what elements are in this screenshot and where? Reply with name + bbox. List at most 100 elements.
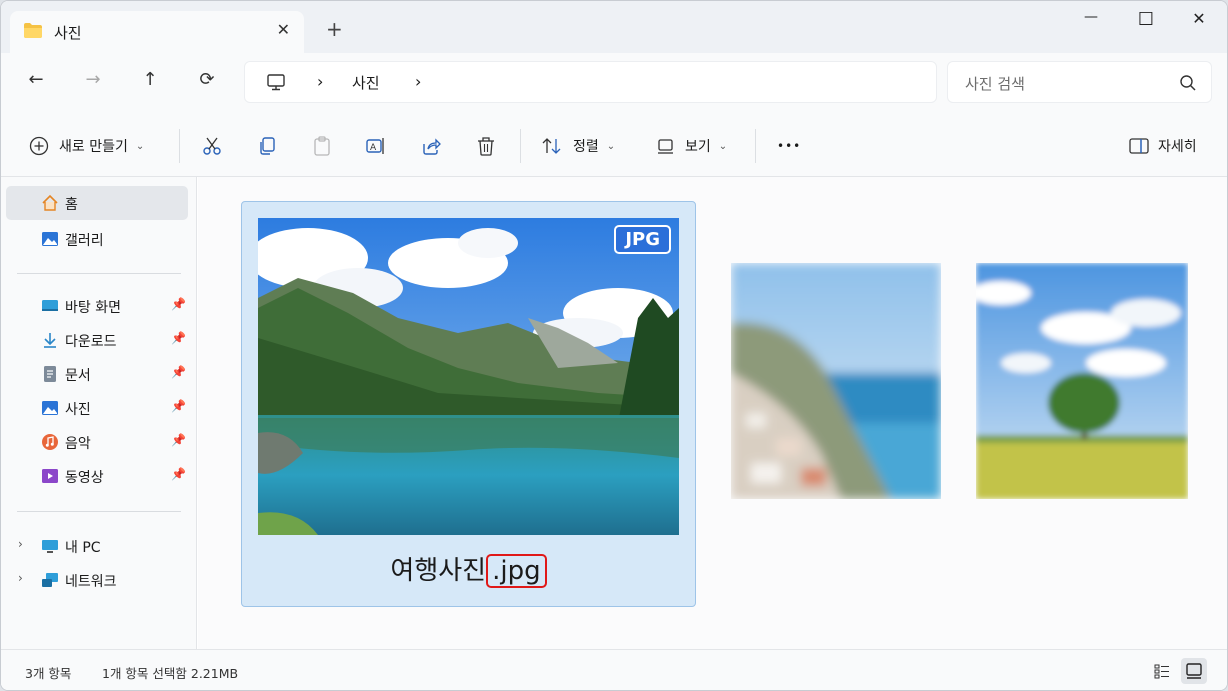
sidebar-label: 바탕 화면: [65, 300, 121, 316]
file-item-tree[interactable]: [976, 263, 1188, 499]
sidebar-label: 동영상: [65, 470, 104, 486]
tree-photo-blurred: [976, 263, 1188, 499]
sidebar-label: 문서: [65, 368, 91, 384]
pin-icon[interactable]: 📌: [171, 433, 186, 447]
divider: [17, 273, 181, 274]
sidebar-item-pictures[interactable]: 사진 📌: [6, 391, 188, 425]
chevron-right-icon[interactable]: ›: [18, 537, 23, 551]
sidebar-label: 내 PC: [65, 540, 101, 556]
sidebar-item-this-pc[interactable]: › 내 PC: [6, 529, 188, 563]
copy-button[interactable]: [256, 133, 278, 159]
divider: [755, 129, 756, 163]
divider: [179, 129, 180, 163]
pin-icon[interactable]: 📌: [171, 467, 186, 481]
breadcrumb-separator[interactable]: ›: [415, 72, 421, 91]
pin-icon[interactable]: 📌: [171, 365, 186, 379]
sort-button[interactable]: 정렬 ⌄: [541, 133, 615, 159]
trash-icon: [478, 137, 494, 156]
minimize-button[interactable]: —: [1077, 9, 1105, 37]
file-explorer-window: 사진 ✕ + — ☐ ✕ ← → ↑ ⟳ › 사진 › 사진 검색 새로 만들기…: [0, 0, 1228, 691]
clipboard-icon: [314, 136, 330, 156]
sidebar-label: 다운로드: [65, 334, 117, 350]
selection-info: 1개 항목 선택함 2.21MB: [102, 666, 239, 681]
pin-icon[interactable]: 📌: [171, 331, 186, 345]
sidebar-item-documents[interactable]: 문서 📌: [6, 357, 188, 391]
music-icon: [42, 434, 58, 450]
breadcrumb-separator[interactable]: ›: [317, 72, 323, 91]
search-box[interactable]: 사진 검색: [947, 61, 1212, 103]
maximize-button[interactable]: ☐: [1132, 9, 1160, 37]
download-icon: [44, 333, 56, 348]
chevron-down-icon: ⌄: [135, 140, 145, 152]
sidebar-item-home[interactable]: 홈: [6, 186, 188, 220]
sort-icon: [542, 138, 561, 154]
pin-icon[interactable]: 📌: [171, 399, 186, 413]
sidebar-label: 네트워크: [65, 574, 117, 590]
folder-icon: [24, 23, 42, 38]
file-name-base: 여행사진: [390, 556, 487, 586]
sidebar-item-gallery[interactable]: 갤러리: [6, 222, 188, 256]
navigation-bar: ← → ↑ ⟳ › 사진 › 사진 검색: [1, 53, 1227, 113]
chevron-right-icon[interactable]: ›: [18, 571, 23, 585]
share-button[interactable]: [420, 133, 442, 159]
view-button[interactable]: 보기 ⌄: [655, 133, 727, 159]
status-bar: 3개 항목 1개 항목 선택함 2.21MB: [1, 649, 1227, 690]
desktop-icon: [42, 300, 58, 311]
address-bar[interactable]: › 사진 ›: [244, 61, 937, 103]
sidebar-item-desktop[interactable]: 바탕 화면 📌: [6, 289, 188, 323]
file-name: 여행사진 .jpg: [242, 550, 695, 588]
file-item-coast[interactable]: [731, 263, 941, 499]
more-options-button[interactable]: •••: [777, 133, 801, 159]
sidebar-label: 사진: [65, 402, 91, 418]
svg-text:A: A: [370, 143, 377, 153]
navigation-pane: 홈 갤러리 바탕 화면 📌 다운로드 📌 문서 📌 사진 📌 음악 📌 동영상 …: [1, 177, 197, 649]
paste-button[interactable]: [311, 133, 333, 159]
sidebar-label: 홈: [65, 197, 78, 213]
share-icon: [423, 138, 441, 155]
command-bar: 새로 만들기 ⌄ A 정렬 ⌄ 보기 ⌄ ••• 자세히: [1, 113, 1227, 177]
sidebar-label: 음악: [65, 436, 91, 452]
refresh-button[interactable]: ⟳: [193, 69, 221, 97]
details-view-button[interactable]: [1149, 658, 1175, 684]
up-button[interactable]: ↑: [136, 69, 164, 97]
divider: [17, 511, 181, 512]
pin-icon[interactable]: 📌: [171, 297, 186, 311]
chevron-down-icon: ⌄: [606, 140, 616, 152]
cut-button[interactable]: [201, 133, 223, 159]
document-icon: [44, 366, 56, 382]
tab-pictures[interactable]: 사진 ✕: [10, 11, 304, 53]
details-pane-icon: [1129, 138, 1149, 154]
tab-close-button[interactable]: ✕: [277, 20, 290, 39]
list-view-icon: [1154, 664, 1169, 679]
network-icon: [42, 573, 58, 587]
rename-button[interactable]: A: [365, 133, 387, 159]
details-label: 자세히: [1158, 139, 1197, 155]
thumbnail-view-button[interactable]: [1181, 658, 1207, 684]
new-button[interactable]: 새로 만들기 ⌄: [29, 133, 144, 159]
lake-photo: [258, 218, 679, 535]
forward-button[interactable]: →: [79, 69, 107, 97]
sidebar-item-network[interactable]: › 네트워크: [6, 563, 188, 597]
coast-photo-blurred: [731, 263, 941, 499]
sidebar-item-videos[interactable]: 동영상 📌: [6, 459, 188, 493]
delete-button[interactable]: [475, 133, 497, 159]
close-window-button[interactable]: ✕: [1185, 9, 1213, 37]
computer-icon: [42, 540, 58, 553]
search-placeholder: 사진 검색: [965, 75, 1025, 93]
breadcrumb-pictures[interactable]: 사진: [352, 72, 380, 93]
rename-icon: A: [366, 138, 384, 154]
sidebar-item-downloads[interactable]: 다운로드 📌: [6, 323, 188, 357]
file-item-selected[interactable]: JPG 여행사진 .jpg: [241, 201, 696, 607]
new-button-label: 새로 만들기: [59, 139, 128, 155]
home-icon: [42, 194, 58, 211]
sidebar-label: 갤러리: [65, 233, 104, 249]
sort-label: 정렬: [573, 139, 599, 155]
file-extension: .jpg: [486, 554, 547, 588]
item-count: 3개 항목: [25, 666, 72, 681]
new-tab-button[interactable]: +: [326, 17, 343, 41]
view-icon: [658, 139, 673, 154]
copy-icon: [260, 137, 275, 155]
sidebar-item-music[interactable]: 음악 📌: [6, 425, 188, 459]
details-pane-button[interactable]: 자세히: [1128, 133, 1197, 159]
back-button[interactable]: ←: [22, 69, 50, 97]
